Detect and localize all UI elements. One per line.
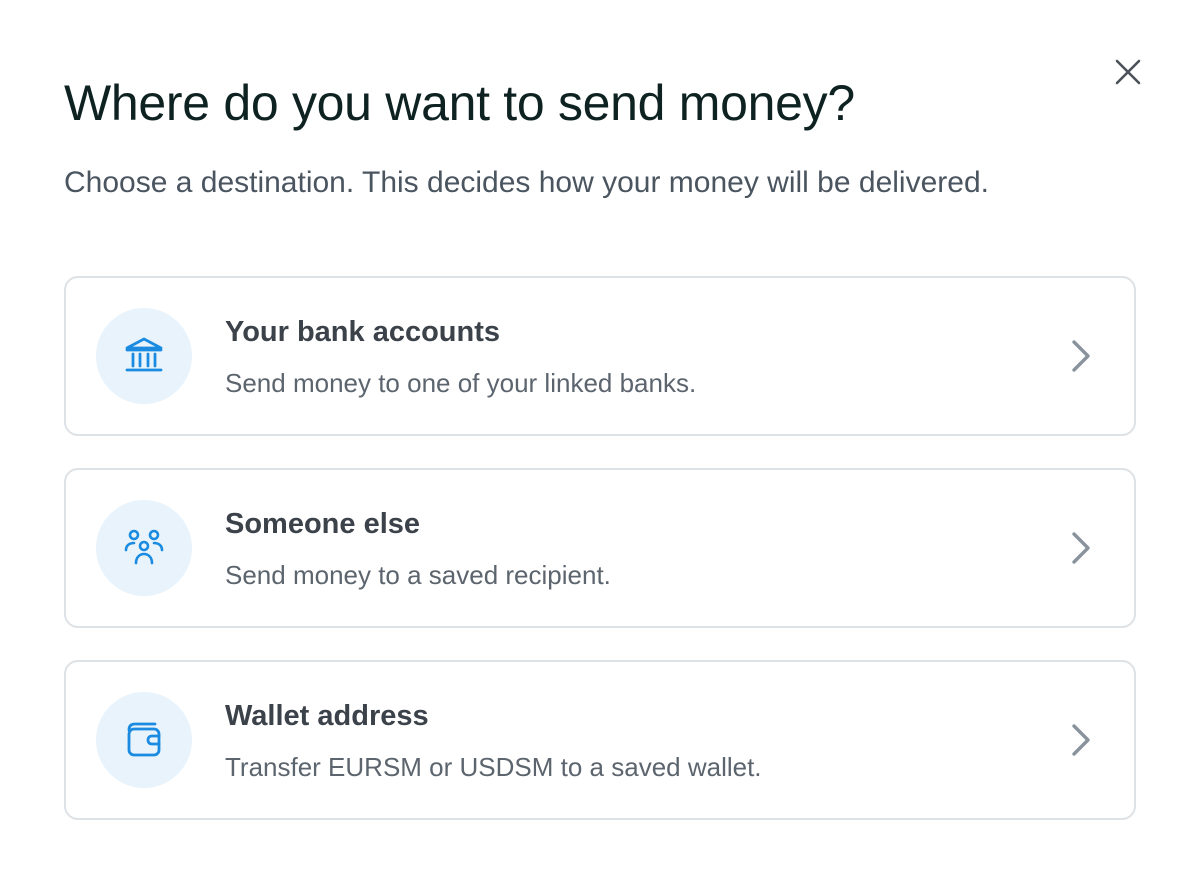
people-icon-circle: [96, 500, 192, 596]
destination-options: Your bank accounts Send money to one of …: [64, 276, 1136, 852]
option-title: Your bank accounts: [225, 316, 501, 348]
wallet-icon: [127, 722, 161, 757]
bank-icon-circle: [96, 308, 192, 404]
wallet-icon-circle: [96, 692, 192, 788]
chevron-right-icon: [1066, 530, 1096, 566]
option-someone-else[interactable]: Someone else Send money to a saved recip…: [64, 468, 1136, 628]
close-icon: [1115, 59, 1141, 85]
modal-subtitle: Choose a destination. This decides how y…: [64, 166, 989, 199]
modal-title: Where do you want to send money?: [64, 75, 855, 131]
chevron-right-icon: [1066, 722, 1096, 758]
option-title: Wallet address: [225, 700, 429, 732]
option-description: Send money to a saved recipient.: [225, 560, 611, 590]
option-description: Send money to one of your linked banks.: [225, 368, 697, 398]
send-money-modal: Where do you want to send money? Choose …: [0, 0, 1200, 884]
option-description: Transfer EURSM or USDSM to a saved walle…: [225, 752, 762, 782]
option-wallet-address[interactable]: Wallet address Transfer EURSM or USDSM t…: [64, 660, 1136, 820]
chevron-right-icon: [1066, 338, 1096, 374]
option-bank-accounts[interactable]: Your bank accounts Send money to one of …: [64, 276, 1136, 436]
option-title: Someone else: [225, 508, 421, 540]
people-icon: [124, 529, 164, 565]
bank-icon: [125, 337, 163, 372]
close-button[interactable]: [1108, 52, 1148, 92]
